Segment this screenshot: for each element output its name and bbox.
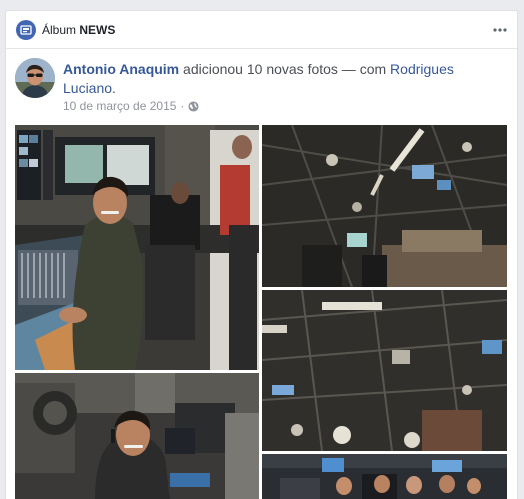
studio-camera-photo[interactable] xyxy=(15,373,259,499)
more-horizontal-icon xyxy=(493,28,507,32)
album-post-card: Álbum NEWS Antonio Anaquim adicionou 10 … xyxy=(5,10,518,499)
post-meta: 10 de março de 2015 · xyxy=(63,99,199,113)
studio-group-photo[interactable] xyxy=(262,454,507,499)
globe-icon[interactable] xyxy=(188,100,199,112)
studio-ceiling-lights-photo-2[interactable] xyxy=(262,290,507,451)
story-trailing: . xyxy=(112,80,116,96)
post-timestamp[interactable]: 10 de março de 2015 xyxy=(63,99,176,113)
meta-separator: · xyxy=(180,99,185,113)
album-title[interactable]: Álbum NEWS xyxy=(42,23,115,37)
more-options-button[interactable] xyxy=(492,24,508,36)
author-name-link[interactable]: Antonio Anaquim xyxy=(63,61,179,77)
album-icon xyxy=(16,20,36,40)
author-avatar[interactable] xyxy=(15,58,55,98)
album-label-name[interactable]: NEWS xyxy=(79,23,115,37)
studio-control-room-photo[interactable] xyxy=(15,125,259,370)
album-header: Álbum NEWS xyxy=(6,11,517,49)
post-story: Antonio Anaquim adicionou 10 novas fotos… xyxy=(63,60,503,98)
album-label-prefix: Álbum xyxy=(42,23,77,37)
post-action-text: adicionou 10 novas fotos — com xyxy=(183,61,387,77)
studio-ceiling-lights-photo-1[interactable] xyxy=(262,125,507,287)
